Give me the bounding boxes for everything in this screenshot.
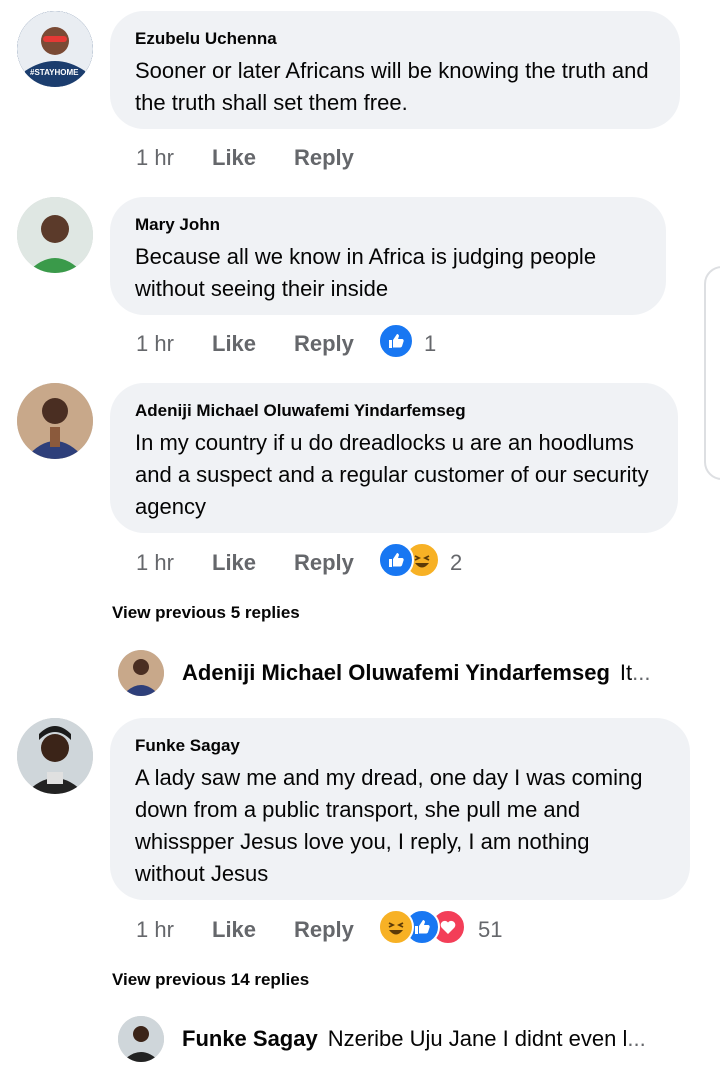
avatar[interactable]: #STAYHOME bbox=[17, 11, 93, 87]
avatar[interactable] bbox=[17, 718, 93, 794]
like-reaction-icon bbox=[378, 542, 414, 578]
reply-preview-text: Funke Sagay Nzeribe Uju Jane I didnt even… bbox=[182, 1026, 676, 1052]
reply-author[interactable]: Adeniji Michael Oluwafemi Yindarfemseg bbox=[182, 660, 610, 685]
comment-time[interactable]: 1 hr bbox=[136, 143, 174, 173]
reply-author[interactable]: Funke Sagay bbox=[182, 1026, 318, 1051]
comment-author[interactable]: Funke Sagay bbox=[135, 736, 665, 756]
avatar-image bbox=[17, 718, 93, 794]
avatar-image bbox=[17, 383, 93, 459]
view-previous-replies-link[interactable]: View previous 14 replies bbox=[112, 970, 309, 990]
avatar-image bbox=[17, 197, 93, 273]
like-reaction-icon bbox=[378, 323, 414, 359]
reply-ellipsis: ... bbox=[632, 660, 651, 685]
reply-ellipsis: ... bbox=[627, 1026, 646, 1051]
reply-preview[interactable]: Adeniji Michael Oluwafemi Yindarfemseg It… bbox=[118, 650, 718, 696]
comment-text: Sooner or later Africans will be knowing… bbox=[135, 58, 649, 115]
like-button[interactable]: Like bbox=[212, 915, 256, 945]
avatar[interactable] bbox=[17, 197, 93, 273]
view-previous-replies-link[interactable]: View previous 5 replies bbox=[112, 603, 300, 623]
avatar-badge: #STAYHOME bbox=[30, 68, 79, 77]
reply-button[interactable]: Reply bbox=[294, 143, 354, 173]
haha-reaction-icon bbox=[378, 909, 414, 945]
reply-preview[interactable]: Funke Sagay Nzeribe Uju Jane I didnt even… bbox=[118, 1016, 718, 1062]
comment-time[interactable]: 1 hr bbox=[136, 548, 174, 578]
like-button[interactable]: Like bbox=[212, 329, 256, 359]
reaction-count[interactable]: 1 bbox=[424, 329, 436, 359]
comment-author[interactable]: Adeniji Michael Oluwafemi Yindarfemseg bbox=[135, 401, 653, 421]
comment-author[interactable]: Ezubelu Uchenna bbox=[135, 29, 655, 49]
avatar-image bbox=[118, 1016, 164, 1062]
avatar-image bbox=[118, 650, 164, 696]
like-button[interactable]: Like bbox=[212, 548, 256, 578]
comment-time[interactable]: 1 hr bbox=[136, 329, 174, 359]
comment-text: Because all we know in Africa is judging… bbox=[135, 244, 597, 301]
comment-bubble[interactable]: Ezubelu Uchenna Sooner or later Africans… bbox=[110, 11, 680, 129]
reaction-count[interactable]: 51 bbox=[478, 915, 502, 945]
like-button[interactable]: Like bbox=[212, 143, 256, 173]
reply-button[interactable]: Reply bbox=[294, 915, 354, 945]
comment-bubble[interactable]: Mary John Because all we know in Africa … bbox=[110, 197, 666, 315]
reaction-count[interactable]: 2 bbox=[450, 548, 462, 578]
offscreen-panel-edge bbox=[704, 266, 720, 480]
reply-snippet: It bbox=[619, 660, 633, 685]
avatar[interactable] bbox=[17, 383, 93, 459]
reply-button[interactable]: Reply bbox=[294, 548, 354, 578]
comment-text: A lady saw me and my dread, one day I wa… bbox=[135, 765, 643, 886]
avatar[interactable] bbox=[118, 1016, 164, 1062]
reply-button[interactable]: Reply bbox=[294, 329, 354, 359]
comment-bubble[interactable]: Adeniji Michael Oluwafemi Yindarfemseg I… bbox=[110, 383, 678, 533]
comment-text: In my country if u do dreadlocks u are a… bbox=[135, 430, 649, 519]
comment-time[interactable]: 1 hr bbox=[136, 915, 174, 945]
reply-snippet: Nzeribe Uju Jane I didnt even l bbox=[327, 1026, 628, 1051]
comment-author[interactable]: Mary John bbox=[135, 215, 641, 235]
comment-bubble[interactable]: Funke Sagay A lady saw me and my dread, … bbox=[110, 718, 690, 900]
avatar[interactable] bbox=[118, 650, 164, 696]
reply-preview-text: Adeniji Michael Oluwafemi Yindarfemseg It… bbox=[182, 660, 676, 686]
